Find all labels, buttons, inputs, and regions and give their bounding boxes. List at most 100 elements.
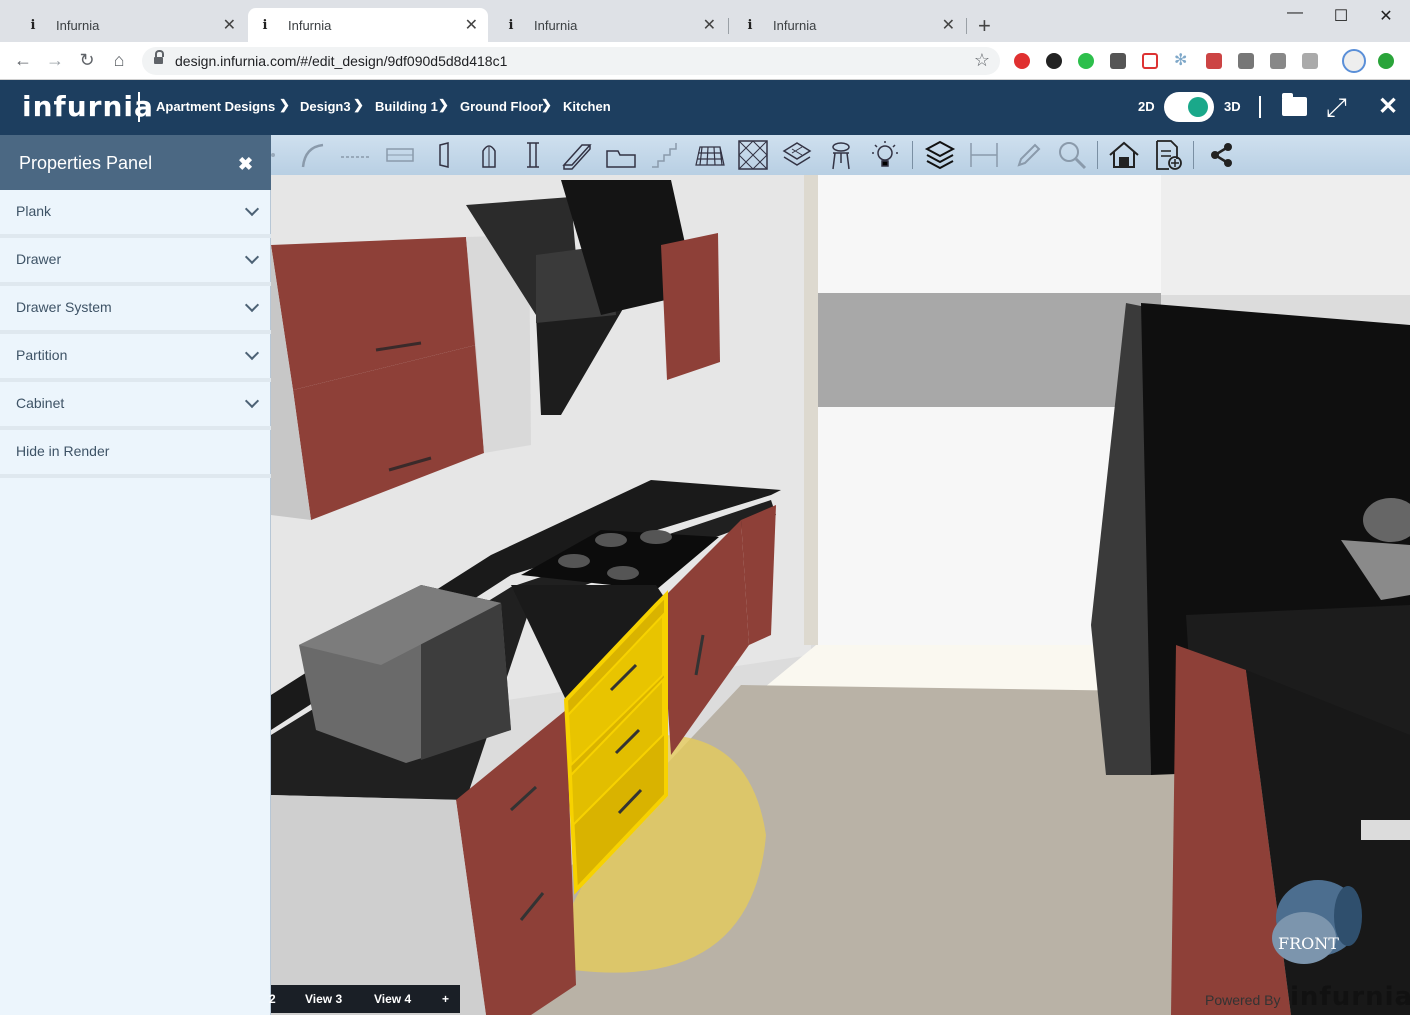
section-cabinet[interactable]: Cabinet: [0, 382, 271, 430]
drive-icon[interactable]: [1270, 53, 1286, 69]
toolbar-divider: [912, 141, 913, 169]
tab-icon[interactable]: [1302, 53, 1318, 69]
pdf-icon[interactable]: [1206, 53, 1222, 69]
curve-wall-icon[interactable]: [295, 139, 329, 171]
3d-viewport[interactable]: [271, 175, 1410, 1015]
tab-title: Infurnia: [56, 17, 100, 33]
view-mode-toggle[interactable]: [1164, 92, 1214, 122]
add-view-button[interactable]: +: [442, 992, 449, 1006]
breadcrumb-apartment-designs[interactable]: Apartment Designs: [156, 99, 275, 114]
tab-favicon: i: [262, 17, 268, 33]
tab-title: Infurnia: [773, 17, 817, 33]
chevron-down-icon: [244, 393, 260, 409]
back-icon[interactable]: ←: [12, 50, 34, 71]
grammarly-icon[interactable]: [1238, 53, 1254, 69]
adblock-icon[interactable]: [1014, 53, 1030, 69]
add-document-icon[interactable]: [1151, 139, 1185, 171]
update-icon[interactable]: [1378, 53, 1394, 69]
view-2d-label[interactable]: 2D: [1138, 99, 1155, 114]
lock-icon: [154, 50, 164, 65]
url-text: design.infurnia.com/#/edit_design/9df090…: [175, 53, 508, 69]
stairs-icon[interactable]: [648, 139, 682, 171]
toggle-knob: [1188, 97, 1208, 117]
dimension-icon[interactable]: [967, 139, 1001, 171]
close-icon[interactable]: ✕: [223, 15, 236, 35]
tab-favicon: i: [508, 17, 514, 33]
zoom-icon[interactable]: [1055, 139, 1089, 171]
toolbar-divider: [1097, 141, 1098, 169]
dashed-line-icon[interactable]: [339, 139, 373, 171]
close-icon[interactable]: ✕: [942, 15, 955, 35]
reload-icon[interactable]: ↻: [76, 50, 98, 71]
tab-separator: [966, 18, 967, 34]
orientation-cube[interactable]: FRONT: [1268, 876, 1368, 976]
view-3d-label[interactable]: 3D: [1224, 99, 1241, 114]
browser-tab-4[interactable]: i Infurnia ✕: [733, 8, 965, 42]
layers-icon[interactable]: [780, 139, 814, 171]
section-label: Hide in Render: [16, 443, 110, 459]
url-field[interactable]: design.infurnia.com/#/edit_design/9df090…: [142, 47, 1000, 75]
browser-tab-2[interactable]: i Infurnia ✕: [248, 8, 488, 42]
monitor-icon[interactable]: [1110, 53, 1126, 69]
folder-icon[interactable]: [1282, 93, 1307, 116]
stack-icon[interactable]: [923, 139, 957, 171]
minimize-icon[interactable]: —: [1280, 4, 1310, 22]
view-tab-2[interactable]: 2: [269, 992, 276, 1006]
header-divider: [1259, 96, 1261, 118]
profile-icon[interactable]: [1342, 49, 1366, 73]
window-close-icon[interactable]: ✕: [1371, 6, 1401, 26]
whatsapp-icon[interactable]: [1078, 53, 1094, 69]
snowflake-icon[interactable]: ✻: [1174, 50, 1190, 69]
browser-tab-3[interactable]: i Infurnia ✕: [494, 8, 726, 42]
section-label: Partition: [16, 347, 68, 363]
breadcrumb-building-1[interactable]: Building 1: [375, 99, 438, 114]
browser-tab-1[interactable]: i Infurnia ✕: [16, 8, 246, 42]
browser-address-bar: ← → ↻ ⌂ design.infurnia.com/#/edit_desig…: [0, 42, 1410, 80]
floor-icon[interactable]: [604, 139, 638, 171]
beam-icon[interactable]: [560, 139, 594, 171]
close-icon[interactable]: ✕: [703, 15, 716, 35]
pillar-icon[interactable]: [516, 139, 550, 171]
camera-icon[interactable]: [1046, 53, 1062, 69]
forward-icon[interactable]: →: [44, 50, 66, 71]
app-header: infurnia Apartment Designs ❯ Design3 ❯ B…: [0, 80, 1410, 135]
panel-title: Properties Panel: [19, 153, 153, 173]
furniture-icon[interactable]: [824, 139, 858, 171]
light-icon[interactable]: [868, 139, 902, 171]
house-icon[interactable]: [1107, 139, 1141, 171]
chevron-down-icon: [244, 345, 260, 361]
breadcrumb-design3[interactable]: Design3: [300, 99, 351, 114]
infurnia-logo[interactable]: infurnia: [22, 90, 154, 123]
close-icon[interactable]: ✕: [1378, 92, 1398, 121]
view-tab-4[interactable]: View 4: [374, 992, 411, 1006]
maximize-icon[interactable]: ☐: [1326, 6, 1356, 26]
door-icon[interactable]: [428, 139, 462, 171]
close-icon[interactable]: ✖: [238, 154, 253, 175]
section-drawer[interactable]: Drawer: [0, 238, 271, 286]
chevron-down-icon: [244, 249, 260, 265]
home-icon[interactable]: ⌂: [108, 50, 130, 71]
kitchen-3d-render[interactable]: [271, 175, 1410, 1015]
pattern-icon[interactable]: [736, 139, 770, 171]
pencil-icon[interactable]: [1011, 139, 1045, 171]
grid-ceiling-icon[interactable]: [692, 139, 726, 171]
section-partition[interactable]: Partition: [0, 334, 271, 382]
view-tab-3[interactable]: View 3: [305, 992, 342, 1006]
breadcrumb-kitchen[interactable]: Kitchen: [563, 99, 611, 114]
close-icon[interactable]: ✕: [465, 15, 478, 35]
section-label: Cabinet: [16, 395, 65, 411]
fullscreen-icon[interactable]: ⤢: [1326, 92, 1347, 124]
pocket-icon[interactable]: [1142, 53, 1158, 69]
chevron-right-icon: ❯: [353, 97, 364, 112]
new-tab-icon[interactable]: +: [978, 13, 991, 39]
section-drawer-system[interactable]: Drawer System: [0, 286, 271, 334]
bookmark-star-icon[interactable]: ☆: [974, 50, 990, 71]
share-icon[interactable]: [1205, 139, 1239, 171]
section-plank[interactable]: Plank: [0, 190, 271, 238]
tab-title: Infurnia: [534, 17, 578, 33]
window-icon[interactable]: [383, 139, 417, 171]
tab-title: Infurnia: [288, 17, 332, 33]
arch-door-icon[interactable]: [472, 139, 506, 171]
breadcrumb-ground-floor[interactable]: Ground Floor: [460, 99, 543, 114]
hide-in-render-option[interactable]: Hide in Render: [0, 430, 271, 478]
